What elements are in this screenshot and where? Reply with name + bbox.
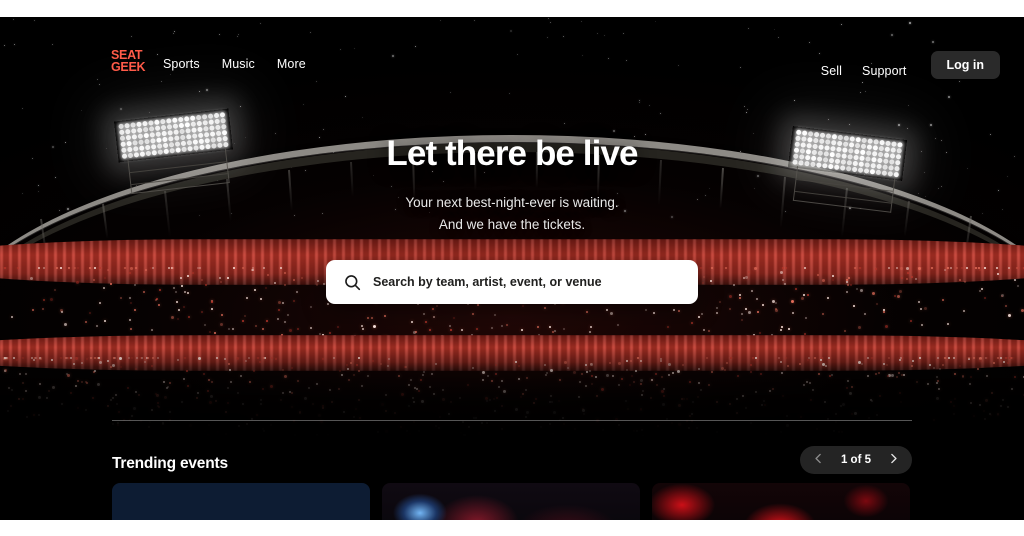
login-button[interactable]: Log in — [930, 51, 1000, 79]
nav-item-music[interactable]: Music — [222, 57, 255, 71]
chevron-right-icon — [887, 452, 900, 468]
section-divider — [112, 420, 912, 421]
chevron-left-icon — [812, 452, 825, 468]
hero-subtitle-line-2: And we have the tickets. — [438, 216, 586, 232]
top-navigation-bar: SEAT GEEK Sports Music More Sell Support… — [0, 17, 1024, 79]
search-bar[interactable] — [326, 260, 698, 304]
logo-line-2: GEEK — [111, 59, 146, 74]
secondary-nav-links: Sell Support Log in — [821, 51, 1000, 85]
carousel-pager: 1 of 5 — [799, 446, 912, 474]
carousel-next-button[interactable] — [880, 447, 906, 473]
nav-item-sell[interactable]: Sell — [821, 64, 842, 78]
nav-item-sports[interactable]: Sports — [163, 57, 200, 71]
nav-item-more[interactable]: More — [277, 57, 306, 71]
carousel-prev-button[interactable] — [806, 447, 832, 473]
nav-item-support[interactable]: Support — [862, 64, 906, 78]
hero-title: Let there be live — [386, 134, 638, 173]
primary-nav-links: Sports Music More — [163, 57, 306, 71]
hero-bottom-fade — [0, 347, 1024, 437]
event-card-1[interactable] — [112, 483, 370, 520]
hero-subtitle-line-1: Your next best-night-ever is waiting. — [405, 194, 619, 210]
event-card-2[interactable] — [382, 483, 640, 520]
hero-copy-block: Let there be live Your next best-night-e… — [0, 134, 1024, 236]
browser-viewport: SEAT GEEK Sports Music More Sell Support… — [0, 0, 1024, 536]
seatgeek-homepage: SEAT GEEK Sports Music More Sell Support… — [0, 17, 1024, 520]
search-input[interactable] — [373, 262, 698, 302]
search-icon — [344, 274, 361, 291]
carousel-page-label: 1 of 5 — [840, 454, 871, 466]
seatgeek-logo[interactable]: SEAT GEEK — [111, 49, 146, 74]
trending-events-heading: Trending events — [112, 455, 228, 472]
trending-events-carousel — [112, 483, 932, 520]
event-card-3[interactable] — [652, 483, 910, 520]
